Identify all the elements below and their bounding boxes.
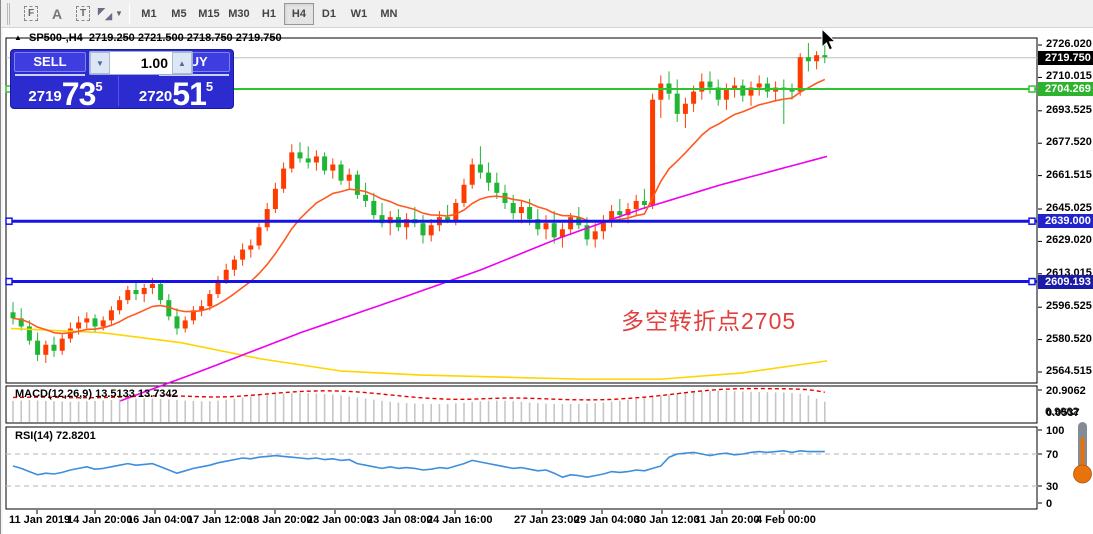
x-axis-label: 14 Jan 20:00 <box>67 514 132 526</box>
thermometer-icon <box>1069 420 1093 486</box>
sell-button[interactable]: SELL <box>14 52 86 72</box>
green-line-price-box: 2704.269 <box>1038 82 1093 96</box>
timeframe-H4[interactable]: H4 <box>284 3 314 25</box>
toolbar: F A T ◤◢ ▼ M1M5M15M30H1H4D1W1MN <box>1 0 1093 28</box>
chart-shift-button[interactable]: F <box>19 3 43 25</box>
x-axis-label: 23 Jan 08:00 <box>367 514 432 526</box>
x-axis-label: 22 Jan 00:00 <box>307 514 372 526</box>
volume-input[interactable] <box>110 52 172 74</box>
buy-price-sup: 5 <box>206 79 213 94</box>
chart-shift-icon: F <box>24 6 38 21</box>
timeframe-M15[interactable]: M15 <box>194 3 224 25</box>
chart-annotation-text: 多空转折点2705 <box>621 302 796 336</box>
buy-price-main: 51 <box>172 76 206 112</box>
price-axis-label: 2710.015 <box>1046 70 1092 82</box>
x-axis-label: 18 Jan 20:00 <box>247 514 312 526</box>
trading-terminal-window: F A T ◤◢ ▼ M1M5M15M30H1H4D1W1MN ▲ SP500-… <box>0 0 1093 534</box>
price-axis-label: 2596.525 <box>1046 300 1092 312</box>
objects-dropdown-button[interactable]: ◤◢ ▼ <box>97 3 124 25</box>
x-axis-label: 31 Jan 20:00 <box>694 514 759 526</box>
volume-control: ▼ ▲ <box>89 51 193 75</box>
blue-line1-price-box: 2639.000 <box>1038 214 1093 228</box>
rsi-scale-label: 70 <box>1046 449 1058 461</box>
x-axis-label: 16 Jan 04:00 <box>127 514 192 526</box>
text-label-button[interactable]: A <box>45 3 69 25</box>
timeframe-M5[interactable]: M5 <box>164 3 194 25</box>
volume-decrease-button[interactable]: ▼ <box>90 52 110 74</box>
timeframe-M1[interactable]: M1 <box>134 3 164 25</box>
price-axis-label: 2629.020 <box>1046 234 1092 246</box>
timeframe-M30[interactable]: M30 <box>224 3 254 25</box>
text-box-button[interactable]: T <box>71 3 95 25</box>
x-axis-label: 17 Jan 12:00 <box>187 514 252 526</box>
sell-price-main: 73 <box>62 76 96 112</box>
buy-price-base: 2720 <box>139 88 172 105</box>
buy-price[interactable]: 2720515 <box>123 76 229 106</box>
sell-price-sup: 5 <box>95 79 102 94</box>
timeframe-bar: M1M5M15M30H1H4D1W1MN <box>134 3 404 25</box>
x-axis-label: 27 Jan 23:00 <box>514 514 579 526</box>
mouse-cursor-icon <box>821 28 839 52</box>
text-box-icon: T <box>76 6 90 21</box>
timeframe-W1[interactable]: W1 <box>344 3 374 25</box>
price-axis-label: 2580.520 <box>1046 333 1092 345</box>
price-axis-label: 2645.025 <box>1046 202 1092 214</box>
rsi-scale-label: 100 <box>1046 425 1064 437</box>
x-axis-label: 29 Jan 04:00 <box>574 514 639 526</box>
dropdown-caret-icon: ▼ <box>115 9 123 18</box>
toolbar-separator <box>129 4 130 24</box>
rsi-indicator-label: RSI(14) 72.8201 <box>15 430 96 442</box>
x-axis-label: 11 Jan 2019 <box>9 514 70 526</box>
price-axis-label: 2693.525 <box>1046 104 1092 116</box>
price-axis-label: 2677.520 <box>1046 136 1092 148</box>
volume-increase-button[interactable]: ▲ <box>172 52 192 74</box>
timeframe-H1[interactable]: H1 <box>254 3 284 25</box>
blue-line2-price-box: 2609.193 <box>1038 275 1093 289</box>
price-axis-label: 2661.515 <box>1046 169 1092 181</box>
x-axis-label: 30 Jan 12:00 <box>634 514 699 526</box>
rsi-scale-label: 30 <box>1046 481 1058 493</box>
timeframe-MN[interactable]: MN <box>374 3 404 25</box>
one-click-trading-panel: SELL BUY ▼ ▲ 2719735 2720515 <box>11 50 233 108</box>
price-axis-label: 2726.020 <box>1046 38 1092 50</box>
x-axis-label: 24 Jan 16:00 <box>427 514 492 526</box>
sell-price[interactable]: 2719735 <box>13 76 119 106</box>
x-axis-label: 4 Feb 00:00 <box>756 514 816 526</box>
macd-scale-max: 20.9062 <box>1046 385 1086 397</box>
timeframe-D1[interactable]: D1 <box>314 3 344 25</box>
bid-price-box: 2719.750 <box>1038 51 1093 65</box>
toolbar-gripper[interactable] <box>7 3 15 25</box>
diagonal-arrows-icon: ◤◢ <box>98 7 112 21</box>
price-axis-label: 2564.515 <box>1046 365 1092 377</box>
sell-price-base: 2719 <box>28 88 61 105</box>
macd-scale-mid: 6.9062 <box>1045 406 1079 418</box>
rsi-scale-label: 0 <box>1046 498 1052 510</box>
macd-indicator-label: MACD(12,26,9) 13.5133 13.7342 <box>15 388 178 400</box>
